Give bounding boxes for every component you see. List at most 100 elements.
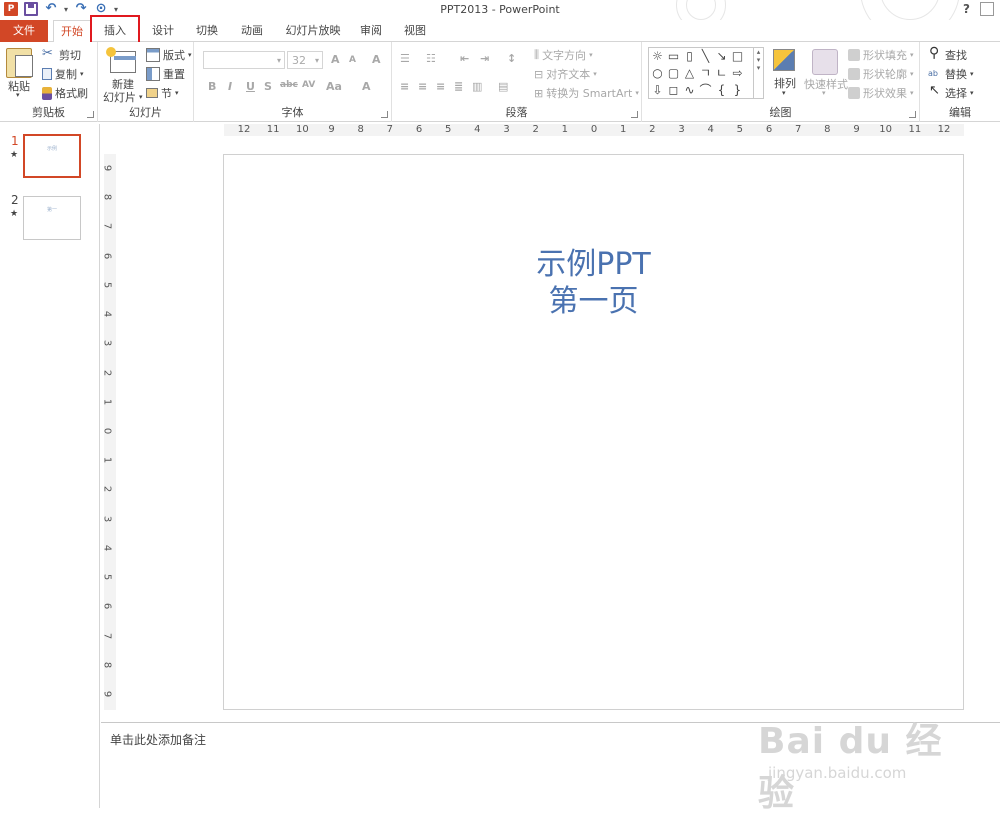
paragraph-launcher-icon[interactable]	[631, 111, 638, 118]
shape-vertical-text-icon[interactable]: ▯	[683, 50, 696, 63]
shape-elbow-icon[interactable]: ㄱ	[699, 67, 712, 80]
new-slide-dropdown[interactable]: 幻灯片 ▾	[103, 89, 143, 105]
new-slide-label: 幻灯片	[103, 91, 136, 104]
ribbon-display-options-button[interactable]	[980, 2, 994, 16]
slide-thumbnail-pane[interactable]: 1 ★ 示例 2 ★ 第一	[0, 124, 100, 808]
copy-dropdown-icon: ▾	[80, 70, 84, 78]
character-spacing-button[interactable]: AV	[302, 80, 315, 90]
section-icon	[146, 88, 158, 98]
increase-indent-icon[interactable]: ⇥	[480, 52, 489, 65]
shrink-font-button[interactable]: A	[349, 55, 356, 65]
slide-thumbnail[interactable]: 第一	[23, 196, 81, 240]
shape-fill-button[interactable]: 形状填充 ▾	[848, 47, 914, 63]
select-button[interactable]: 选择 ▾	[928, 83, 974, 101]
cut-button[interactable]: 剪切	[42, 46, 81, 63]
font-name-select[interactable]: ▾	[203, 51, 285, 69]
section-button[interactable]: 节 ▾	[146, 85, 179, 101]
grow-font-button[interactable]: A	[331, 53, 340, 66]
quick-styles-icon[interactable]	[812, 49, 838, 75]
shape-effects-label: 形状效果	[863, 87, 907, 100]
align-text-dropdown-icon: ▾	[593, 70, 597, 78]
columns-icon[interactable]: ▤	[498, 80, 508, 93]
shapes-gallery-scroll[interactable]: ▴ ▾ ▾	[753, 48, 763, 98]
distributed-icon[interactable]: ▥	[472, 80, 482, 93]
shape-down-arrow-icon[interactable]: ⇩	[651, 84, 664, 97]
shape-callout-icon[interactable]: ◻	[667, 84, 680, 97]
align-left-icon[interactable]: ≡	[400, 80, 409, 93]
ruler-tick-label: 5	[736, 124, 744, 135]
shapes-gallery[interactable]: ☼ ▭ ▯ ╲ ↘ □ ○ ▢ △ ㄱ ㄴ ⇨ ⇩ ◻ ∿ ⌒ { } ▴ ▾ ▾	[648, 47, 764, 99]
paste-dropdown-icon[interactable]: ▾	[16, 91, 20, 99]
quick-styles-button[interactable]: 快速样式	[804, 76, 848, 92]
bullets-icon[interactable]: ☰	[400, 52, 410, 65]
align-text-button[interactable]: ⊟ 对齐文本 ▾	[534, 66, 597, 82]
tab-file[interactable]: 文件	[0, 20, 48, 42]
ruler-tick-label: 6	[101, 603, 113, 610]
arrange-dropdown-icon[interactable]: ▾	[782, 89, 786, 97]
shadow-button[interactable]: S	[264, 80, 272, 93]
tab-home[interactable]: 开始	[53, 20, 91, 43]
shape-effects-button[interactable]: 形状效果 ▾	[848, 85, 914, 101]
tab-transitions[interactable]: 切换	[186, 20, 228, 42]
replace-button[interactable]: 替换 ▾	[928, 66, 974, 82]
shape-left-brace-icon[interactable]: {	[715, 84, 728, 97]
tab-animations[interactable]: 动画	[231, 20, 273, 42]
shape-line-icon[interactable]: ╲	[699, 50, 712, 63]
quick-styles-dropdown-icon[interactable]: ▾	[822, 89, 826, 97]
decrease-indent-icon[interactable]: ⇤	[460, 52, 469, 65]
thumbnail-number: 2	[11, 193, 19, 207]
font-color-button[interactable]: A	[362, 80, 371, 93]
shape-sun-icon[interactable]: ☼	[651, 50, 664, 63]
shape-right-arrow-icon[interactable]: ⇨	[731, 67, 744, 80]
convert-smartart-button[interactable]: ⊞ 转换为 SmartArt ▾	[534, 85, 639, 101]
arrange-icon[interactable]	[773, 49, 795, 71]
shape-right-brace-icon[interactable]: }	[731, 84, 744, 97]
clipboard-launcher-icon[interactable]	[87, 111, 94, 118]
shape-rounded-rect-icon[interactable]: ▢	[667, 67, 680, 80]
tab-review[interactable]: 审阅	[350, 20, 392, 42]
font-size-select[interactable]: 32 ▾	[287, 51, 323, 69]
new-slide-icon[interactable]	[106, 47, 136, 73]
strikethrough-button[interactable]: abc	[280, 80, 298, 90]
ruler-tick-label: 9	[853, 124, 860, 135]
change-case-button[interactable]: Aa	[326, 80, 342, 93]
shape-triangle-icon[interactable]: △	[683, 67, 696, 80]
justify-icon[interactable]: ≣	[454, 80, 463, 93]
shape-textbox-icon[interactable]: ▭	[667, 50, 680, 63]
animation-star-icon: ★	[10, 209, 19, 219]
slide[interactable]: 示例PPT 第一页	[223, 154, 964, 710]
shape-arrow-line-icon[interactable]: ↘	[715, 50, 728, 63]
underline-button[interactable]: U	[246, 80, 255, 93]
shape-oval-icon[interactable]: ○	[651, 67, 664, 80]
tab-design[interactable]: 设计	[142, 20, 184, 42]
shape-rectangle-icon[interactable]: □	[731, 50, 744, 63]
ruler-tick-label: 9	[101, 690, 113, 698]
layout-button[interactable]: 版式 ▾	[146, 47, 192, 63]
help-button[interactable]: ?	[963, 2, 970, 16]
line-spacing-icon[interactable]: ↕	[507, 52, 516, 65]
reset-button[interactable]: 重置	[146, 66, 185, 82]
shape-effects-dropdown-icon: ▾	[910, 89, 914, 97]
align-center-icon[interactable]: ≡	[418, 80, 427, 93]
shape-outline-button[interactable]: 形状轮廓 ▾	[848, 66, 914, 82]
clear-formatting-button[interactable]: A	[372, 53, 381, 66]
shape-arc-icon[interactable]: ⌒	[699, 84, 712, 97]
numbering-icon[interactable]: ☷	[426, 52, 436, 65]
tab-slideshow[interactable]: 幻灯片放映	[280, 20, 346, 42]
drawing-launcher-icon[interactable]	[909, 111, 916, 118]
copy-button[interactable]: 复制 ▾	[42, 66, 84, 82]
italic-button[interactable]: I	[228, 80, 232, 93]
format-painter-button[interactable]: 格式刷	[42, 85, 88, 101]
font-launcher-icon[interactable]	[381, 111, 388, 118]
slide-title-textbox[interactable]: 示例PPT 第一页	[224, 246, 963, 320]
text-direction-button[interactable]: ⫼ 文字方向 ▾	[534, 47, 593, 63]
find-button[interactable]: 查找	[928, 45, 967, 63]
slide-thumbnail[interactable]: 示例	[23, 134, 81, 178]
bold-button[interactable]: B	[208, 80, 216, 93]
tab-view[interactable]: 视图	[394, 20, 436, 42]
paste-icon[interactable]	[6, 48, 33, 78]
align-right-icon[interactable]: ≡	[436, 80, 445, 93]
editing-group: 查找 替换 ▾ 选择 ▾ 编辑	[920, 42, 1000, 122]
shape-elbow-arrow-icon[interactable]: ㄴ	[715, 67, 728, 80]
shape-curve-icon[interactable]: ∿	[683, 84, 696, 97]
